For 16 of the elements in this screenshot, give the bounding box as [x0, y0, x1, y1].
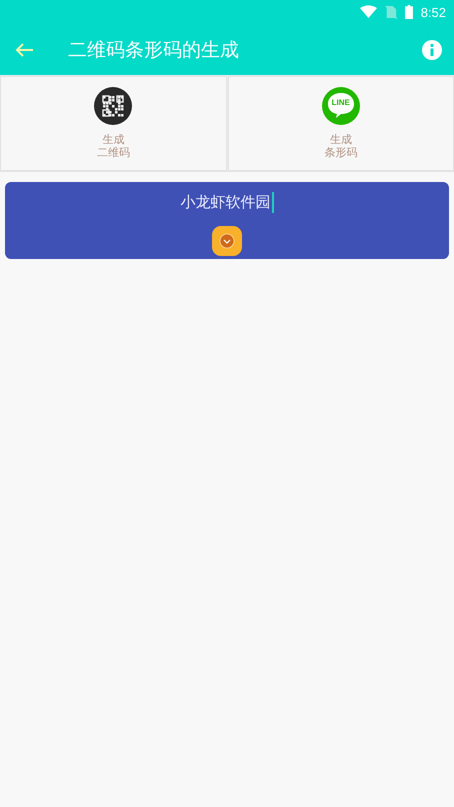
- generate-tab[interactable]: 生成 二维码: [0, 76, 226, 171]
- status-time: 8:52: [420, 4, 446, 20]
- info-button[interactable]: [422, 40, 442, 60]
- wifi-icon: [360, 5, 377, 19]
- toolbar-title: 二维码条形码的生成: [68, 38, 240, 62]
- qr-code-icon: [94, 87, 132, 125]
- text-input-field[interactable]: 小龙虾软件园: [180, 191, 274, 213]
- expand-button[interactable]: [212, 226, 242, 256]
- no-sim-icon: [384, 5, 397, 19]
- back-button[interactable]: [14, 42, 34, 58]
- generate-tab[interactable]: LINE 生成 条形码: [228, 76, 454, 171]
- chat-bubble-icon: LINE: [322, 87, 360, 125]
- chevron-down-icon: [219, 233, 235, 249]
- tab-label: 生成 条形码: [324, 133, 358, 159]
- battery-icon: [404, 5, 413, 19]
- tab-label: 生成 二维码: [96, 133, 130, 159]
